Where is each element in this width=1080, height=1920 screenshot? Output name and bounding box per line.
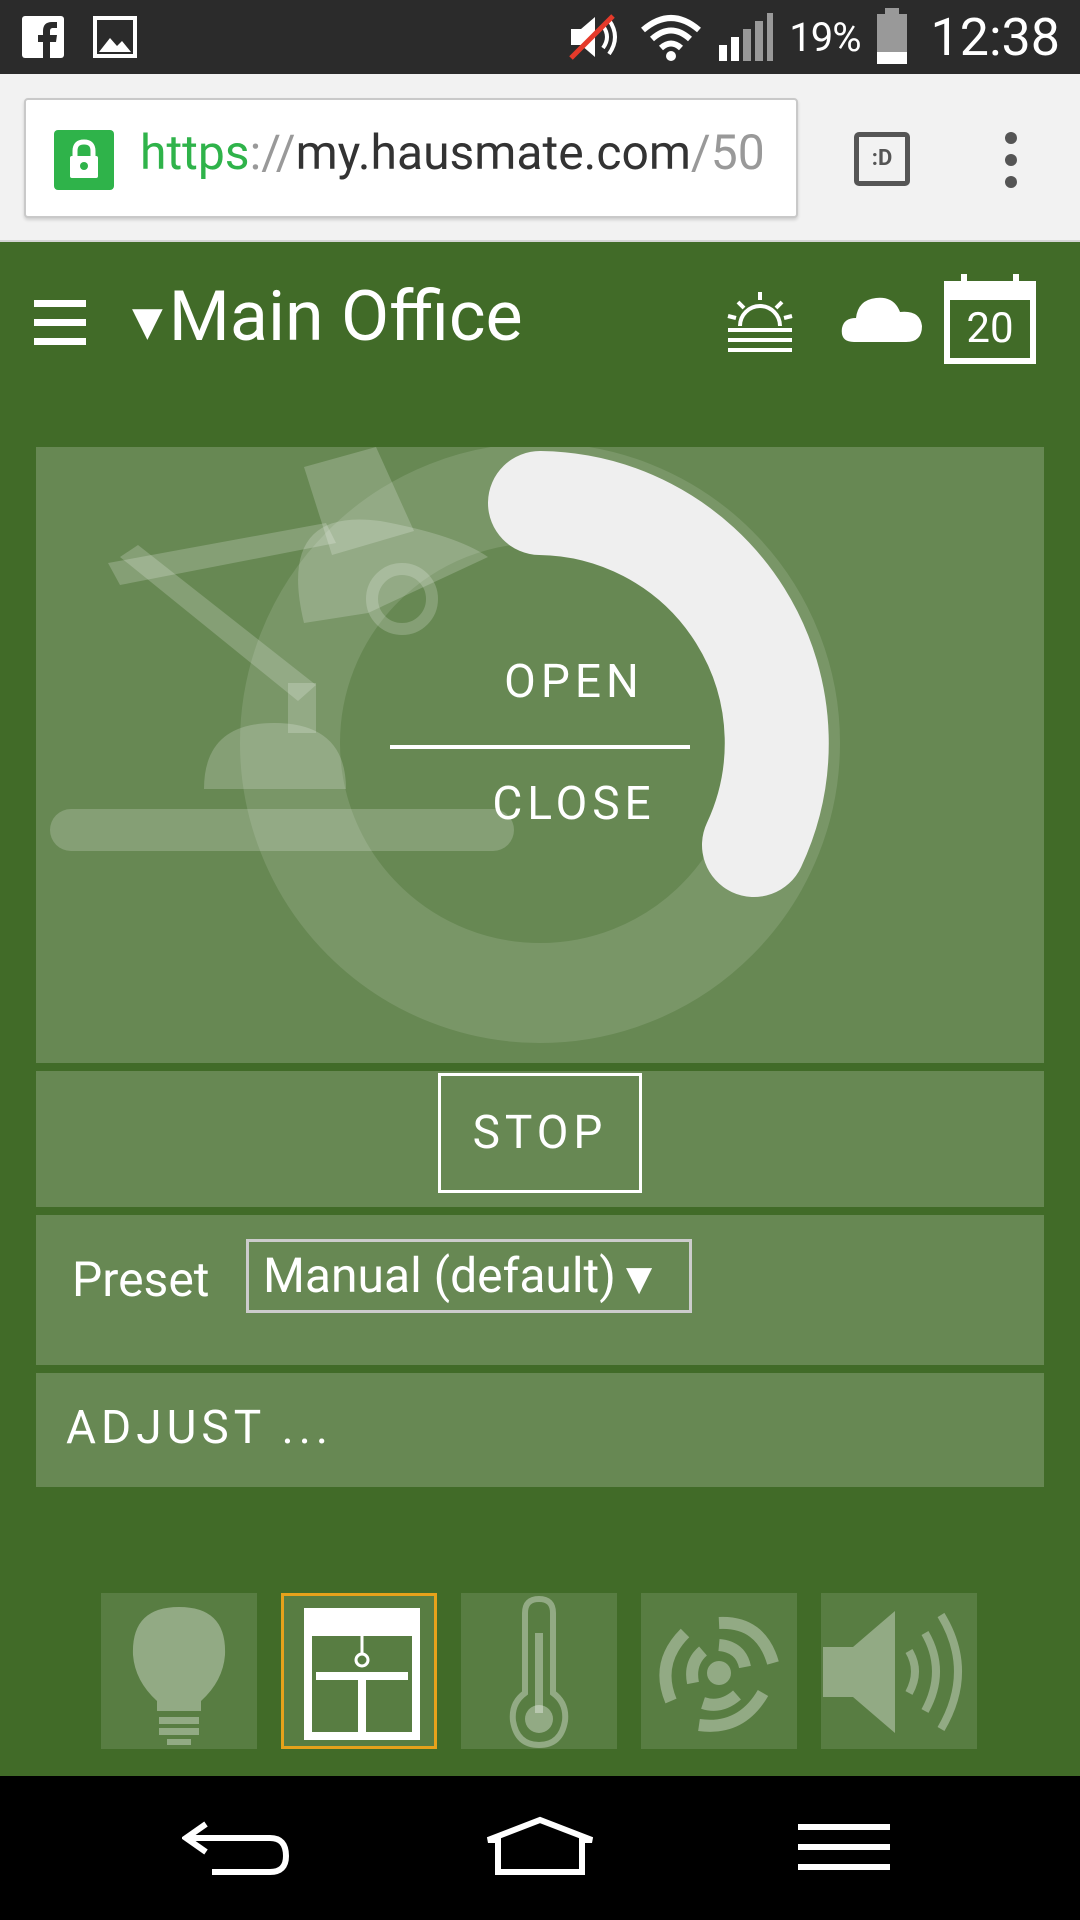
clock: 12:38 xyxy=(930,6,1061,68)
preset-panel: Preset Manual (default) ▼ xyxy=(36,1215,1044,1365)
speaker-icon xyxy=(823,1611,962,1733)
url-bar[interactable]: https://my.hausmate.com/50 xyxy=(24,98,798,218)
thermometer-icon xyxy=(509,1595,569,1749)
cloud-icon[interactable] xyxy=(840,290,924,346)
shade-dial[interactable] xyxy=(36,447,1044,1063)
lightbulb-icon xyxy=(132,1607,226,1745)
tab-switcher-button[interactable]: :D xyxy=(854,132,910,186)
back-icon[interactable] xyxy=(182,1816,292,1880)
battery-icon xyxy=(876,8,907,64)
url-scheme: https xyxy=(140,124,250,181)
muted-speaker-icon xyxy=(569,14,618,60)
tab-shades[interactable] xyxy=(281,1593,437,1749)
preset-select[interactable]: Manual (default) ▼ xyxy=(246,1239,692,1313)
shade-dial-panel: OPEN CLOSE xyxy=(36,447,1044,1063)
chevron-down-icon: ▼ xyxy=(625,1259,653,1300)
url-text: https://my.hausmate.com/50 xyxy=(140,124,765,181)
fan-icon xyxy=(659,1616,779,1732)
app-content: ▼Main Office 20 OPEN CLOSE STOP Preset M… xyxy=(0,242,1080,1776)
browser-toolbar: https://my.hausmate.com/50 :D xyxy=(0,74,1080,242)
hamburger-menu-icon[interactable] xyxy=(34,300,86,346)
stop-panel: STOP xyxy=(36,1071,1044,1207)
room-name: Main Office xyxy=(168,276,523,358)
calendar-day: 20 xyxy=(966,304,1014,353)
open-close-divider xyxy=(390,745,690,749)
url-host: my.hausmate.com xyxy=(295,124,691,181)
open-button[interactable]: OPEN xyxy=(354,655,794,709)
preset-selected-value: Manual (default) xyxy=(263,1247,616,1304)
close-button[interactable]: CLOSE xyxy=(354,777,794,831)
tab-climate[interactable] xyxy=(461,1593,617,1749)
lock-icon xyxy=(54,130,114,190)
overflow-menu-icon[interactable] xyxy=(996,130,1026,190)
room-dropdown-arrow: ▼ xyxy=(132,298,163,346)
recent-apps-icon[interactable] xyxy=(796,1816,892,1880)
system-nav-bar xyxy=(0,1776,1080,1920)
url-separator: :// xyxy=(249,124,296,181)
adjust-label: ADJUST ... xyxy=(66,1401,334,1455)
signal-icon xyxy=(719,13,774,61)
gallery-icon xyxy=(93,16,137,58)
wifi-icon xyxy=(641,15,702,61)
tab-lights[interactable] xyxy=(101,1593,257,1749)
window-shade-icon xyxy=(304,1608,420,1740)
home-icon[interactable] xyxy=(482,1816,598,1880)
room-selector[interactable]: ▼Main Office xyxy=(132,276,523,358)
tab-fans[interactable] xyxy=(641,1593,797,1749)
tab-audio[interactable] xyxy=(821,1593,977,1749)
adjust-panel[interactable]: ADJUST ... xyxy=(36,1373,1044,1487)
facebook-icon xyxy=(22,16,64,58)
status-bar: 19% 12:38 xyxy=(0,0,1080,74)
preset-label: Preset xyxy=(72,1251,210,1308)
sunrise-icon[interactable] xyxy=(724,288,796,354)
battery-percent: 19% xyxy=(789,13,861,61)
url-path: /50 xyxy=(690,124,765,181)
stop-button[interactable]: STOP xyxy=(438,1073,642,1193)
